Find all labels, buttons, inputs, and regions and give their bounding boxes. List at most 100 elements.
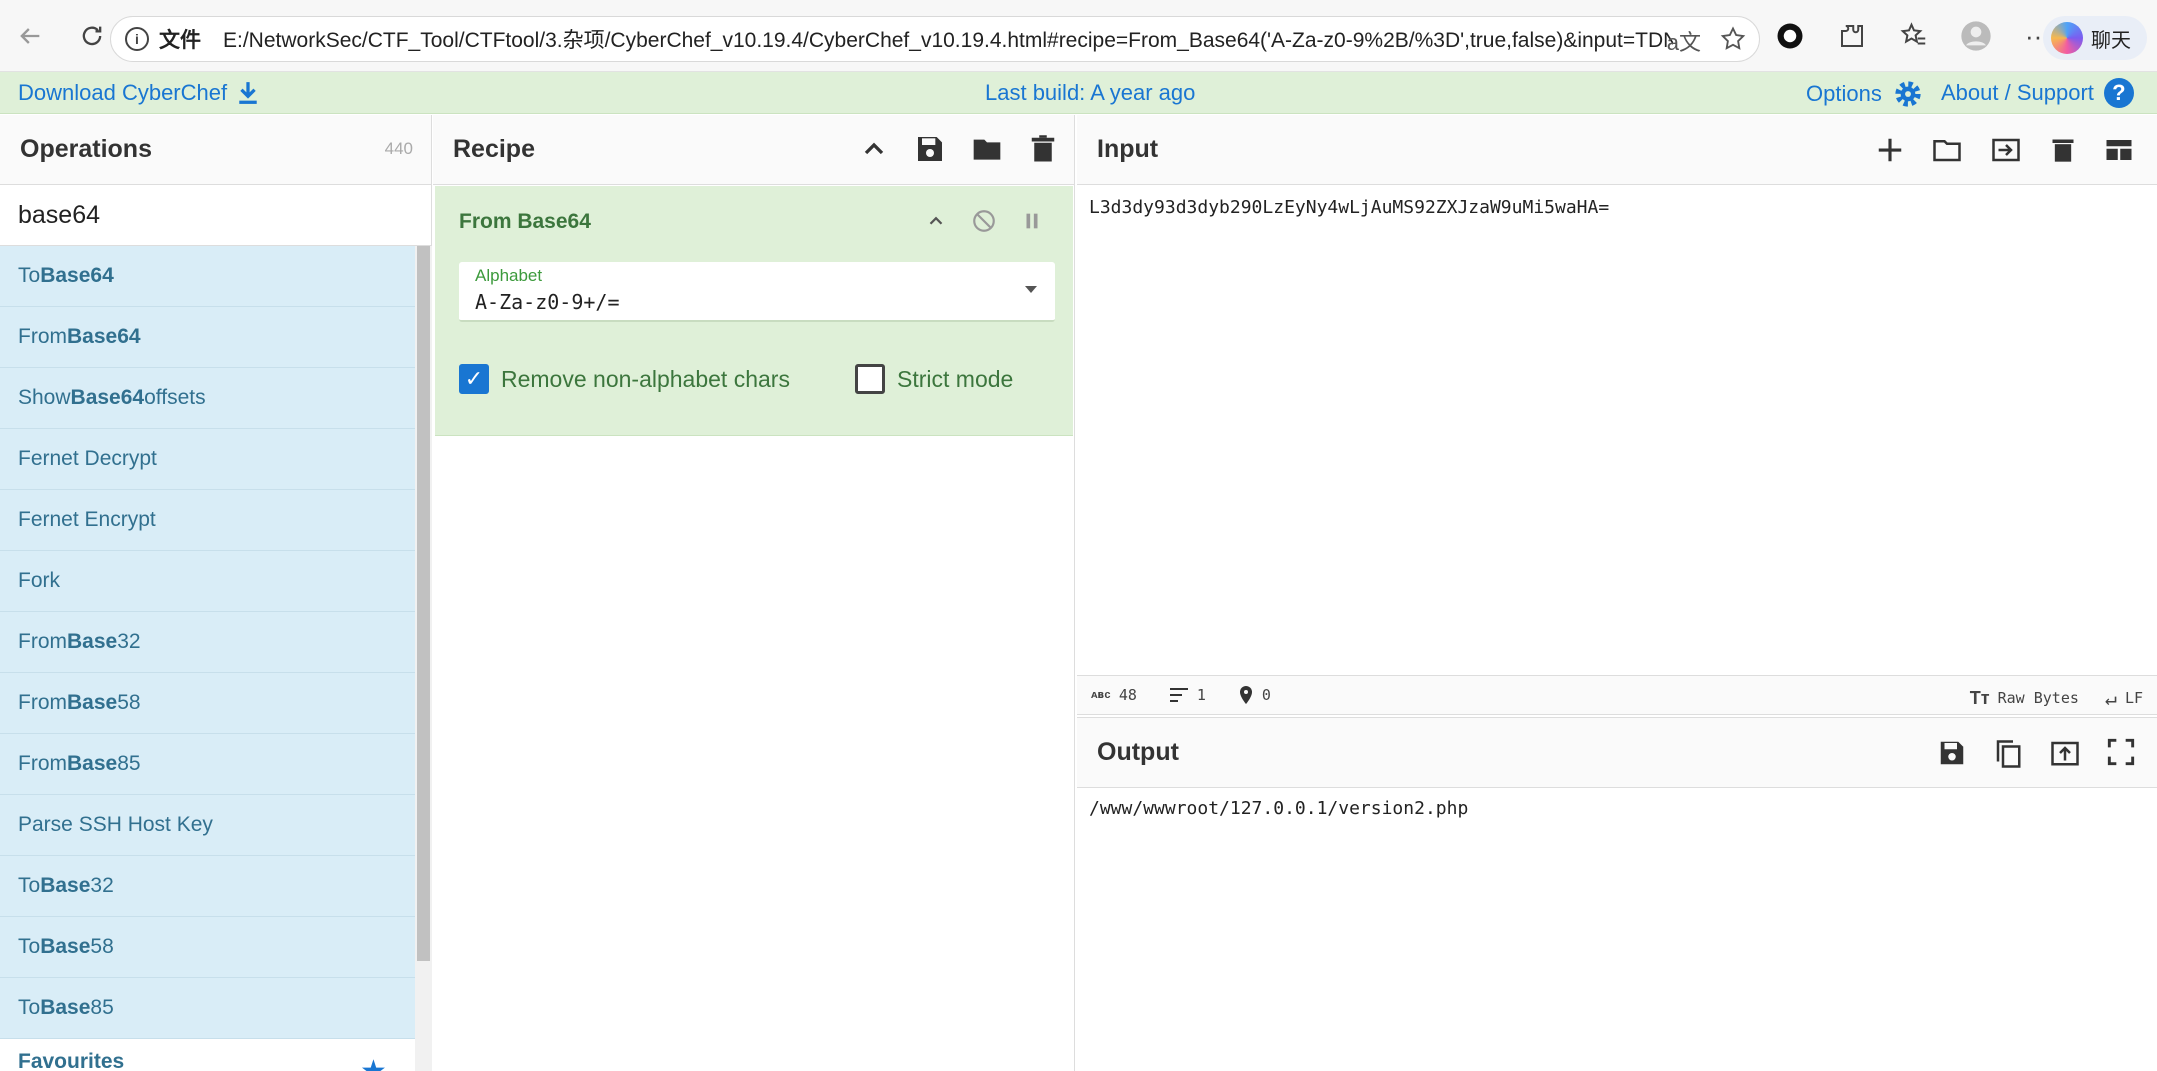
add-tab-icon[interactable] — [1875, 135, 1905, 165]
last-build-link[interactable]: Last build: A year ago — [985, 80, 1195, 106]
checkbox-checked-icon[interactable]: ✓ — [459, 364, 489, 394]
strict-mode-checkbox[interactable]: Strict mode — [855, 364, 1013, 394]
star-icon[interactable] — [1719, 25, 1747, 53]
maximise-icon[interactable] — [2107, 738, 2135, 766]
operation-item[interactable]: To Base 32 — [0, 856, 415, 917]
encoding-selector[interactable]: Tт Raw Bytes — [1970, 688, 2079, 709]
options-link[interactable]: Options — [1806, 78, 1924, 110]
alphabet-select[interactable]: Alphabet A-Za-z0-9+/= — [459, 262, 1055, 322]
help-icon: ? — [2103, 78, 2134, 108]
address-url[interactable]: E:/NetworkSec/CTF_Tool/CTFtool/3.杂项/Cybe… — [223, 24, 1673, 54]
reset-layout-icon[interactable] — [2103, 135, 2135, 165]
char-count: 48 — [1118, 686, 1137, 704]
operation-item[interactable]: Show Base64 offsets — [0, 368, 415, 429]
operation-item[interactable]: To Base 58 — [0, 917, 415, 978]
favorites-icon[interactable] — [1894, 16, 1934, 56]
operation-label-post: 58 — [117, 691, 141, 714]
operation-label-bold: Base64 — [70, 386, 145, 409]
download-link[interactable]: Download CyberChef — [18, 80, 259, 106]
operations-title: Operations — [20, 135, 152, 163]
trash-icon[interactable] — [1028, 133, 1058, 165]
minimise-chevron-icon[interactable] — [925, 210, 947, 232]
operations-header: Operations 440 — [0, 115, 431, 185]
recipe-pane: Recipe From Base64 Alphabet A-Za-z0-9+/=… — [433, 115, 1075, 1071]
operation-item[interactable]: To Base64 — [0, 246, 415, 307]
alphabet-label: Alphabet — [475, 266, 543, 285]
operations-count: 440 — [384, 139, 413, 158]
operation-item[interactable]: Fernet Encrypt — [0, 490, 415, 551]
strict-mode-label: Strict mode — [897, 365, 1014, 392]
info-icon[interactable]: i — [125, 27, 149, 51]
download-icon — [239, 82, 257, 104]
extension-circle-icon[interactable] — [1770, 16, 1810, 56]
operation-label-bold: Base — [67, 752, 118, 775]
operation-label-pre: To — [18, 935, 41, 958]
copy-icon[interactable] — [1993, 738, 2023, 770]
eol-selector[interactable]: ↵ LF — [2105, 686, 2143, 710]
arrow-left-icon — [20, 27, 40, 44]
encoding-label: Raw Bytes — [1997, 689, 2079, 707]
favourites-star-icon[interactable]: ★ — [360, 1054, 387, 1071]
operation-item[interactable]: Fork — [0, 551, 415, 612]
scrollbar-thumb[interactable] — [417, 246, 430, 961]
disable-icon[interactable] — [971, 208, 997, 234]
open-file-input-icon[interactable] — [1989, 135, 2023, 165]
operation-label-pre: From — [18, 691, 67, 714]
open-folder-icon[interactable] — [1931, 135, 1963, 165]
operation-item[interactable]: Parse SSH Host Key — [0, 795, 415, 856]
operation-label-pre: From — [18, 752, 67, 775]
save-icon[interactable] — [914, 133, 946, 165]
folder-icon[interactable] — [970, 133, 1004, 165]
operation-label-pre: Show — [18, 386, 71, 409]
address-bar[interactable]: i 文件 E:/NetworkSec/CTF_Tool/CTFtool/3.杂项… — [110, 16, 1760, 62]
collapse-chevron-icon[interactable] — [858, 133, 890, 165]
operation-item[interactable]: From Base 32 — [0, 612, 415, 673]
location-pin-icon — [1239, 686, 1252, 704]
profile-avatar-icon[interactable] — [1956, 16, 1996, 56]
selection-count: 0 — [1261, 686, 1271, 704]
input-textarea[interactable]: L3d3dy93d3dyb290LzEyNy4wLjAuMS92ZXJzaW9u… — [1089, 197, 1609, 218]
favourites-category[interactable]: Favourites — [0, 1050, 415, 1071]
operation-label-pre: To — [18, 264, 41, 287]
remove-non-alphabet-checkbox[interactable]: ✓ Remove non-alphabet chars — [459, 364, 790, 394]
remove-non-alphabet-label: Remove non-alphabet chars — [501, 365, 790, 392]
operation-item[interactable]: From Base 58 — [0, 673, 415, 734]
operation-label-bold: Base — [40, 996, 91, 1019]
operation-label-pre: Fernet Decrypt — [18, 447, 157, 470]
operation-label-bold: Base — [67, 691, 118, 714]
output-title: Output — [1097, 738, 1179, 766]
save-output-icon[interactable] — [1937, 738, 1967, 768]
text-format-icon: Tт — [1969, 687, 1990, 708]
replace-input-icon[interactable] — [2049, 738, 2081, 768]
clear-input-trash-icon[interactable] — [2049, 135, 2077, 165]
back-button[interactable] — [8, 14, 52, 58]
operation-item[interactable]: Fernet Decrypt — [0, 429, 415, 490]
operation-label-bold: Base64 — [67, 325, 141, 348]
output-text[interactable]: /www/wwwroot/127.0.0.1/version2.php — [1089, 798, 1468, 819]
recipe-title: Recipe — [453, 135, 535, 163]
copilot-chat-button[interactable]: 聊天 — [2043, 16, 2147, 60]
recipe-ingredient-from-base64[interactable]: From Base64 Alphabet A-Za-z0-9+/= ✓ Remo… — [435, 186, 1073, 436]
translate-icon[interactable]: a文 — [1667, 25, 1701, 57]
checkbox-unchecked-icon[interactable] — [855, 364, 885, 394]
copilot-icon — [2051, 22, 2083, 54]
dropdown-caret-icon — [1025, 286, 1037, 293]
eol-label: LF — [2124, 689, 2143, 707]
about-support-link[interactable]: About / Support ? — [1941, 78, 2134, 108]
operations-scrollbar[interactable] — [415, 246, 432, 1071]
download-label: Download CyberChef — [18, 80, 228, 105]
cyberchef-banner: Download CyberChef Last build: A year ag… — [0, 72, 2157, 114]
operations-search-input[interactable]: base64 — [0, 185, 431, 246]
reload-button[interactable] — [70, 14, 114, 58]
operation-label-bold: Base — [67, 630, 118, 653]
alphabet-value: A-Za-z0-9+/= — [475, 290, 620, 314]
operation-item[interactable]: From Base 85 — [0, 734, 415, 795]
operation-label-post: 85 — [90, 996, 114, 1019]
operation-label-post: offsets — [144, 386, 206, 409]
operation-label-post: 58 — [90, 935, 114, 958]
operations-list: To Base64 From Base64 Show Base64 offsets F… — [0, 246, 415, 1039]
extensions-puzzle-icon[interactable] — [1832, 16, 1872, 56]
pause-icon[interactable] — [1021, 210, 1043, 232]
operation-item[interactable]: From Base64 — [0, 307, 415, 368]
operation-item[interactable]: To Base 85 — [0, 978, 415, 1039]
